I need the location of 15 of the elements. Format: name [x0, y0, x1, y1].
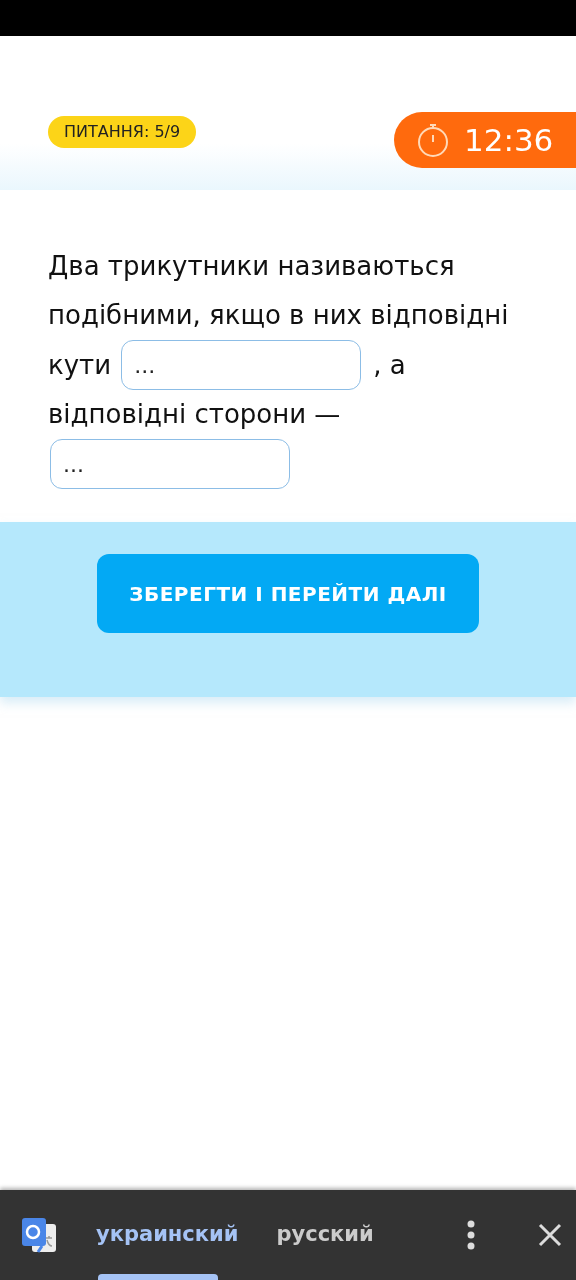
question-counter: ПИТАННЯ: 5/9	[48, 116, 197, 148]
translate-icon	[20, 1216, 58, 1254]
language-tab[interactable]: русский	[276, 1219, 374, 1251]
question-text: кути	[48, 348, 112, 382]
close-icon[interactable]	[537, 1223, 562, 1247]
question-text: подібними, якщо в них відповідні	[48, 299, 509, 332]
question-text: Два трикутники називаються	[48, 250, 455, 283]
answer-field[interactable]: ...	[121, 340, 362, 390]
stopwatch-icon	[416, 122, 450, 158]
question-text: відповідні сторони —	[48, 398, 341, 431]
answer-field[interactable]: ...	[50, 439, 290, 489]
timer-text: 12:36	[464, 120, 554, 160]
more-icon[interactable]	[465, 1220, 476, 1250]
language-tab[interactable]: украинский	[96, 1219, 239, 1251]
question-text: , а	[373, 348, 406, 382]
